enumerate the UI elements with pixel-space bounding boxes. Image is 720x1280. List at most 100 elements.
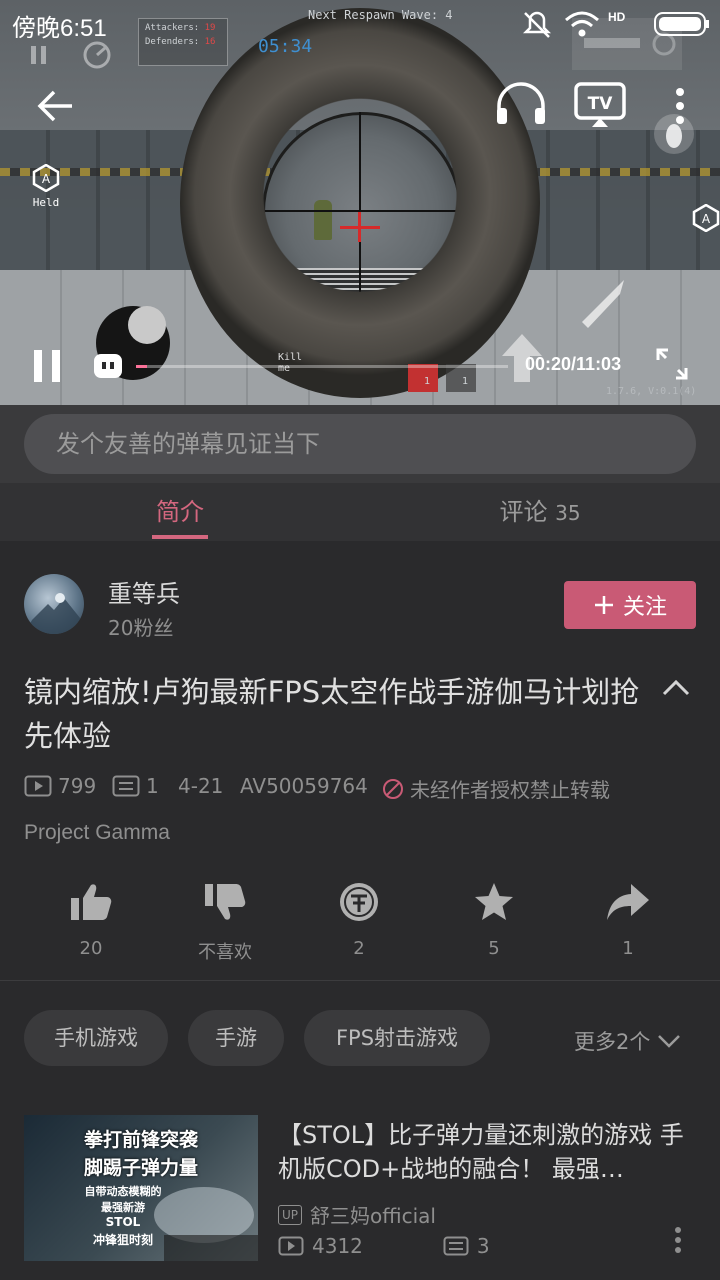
recommended-views: 4312	[312, 1234, 363, 1258]
status-time: 傍晚6:51	[12, 15, 107, 42]
game-pause-icon	[28, 44, 50, 70]
svg-text:A: A	[702, 212, 711, 226]
upload-date-text: 4-21	[178, 774, 224, 798]
thumb-text-6: 冲锋狙时刻	[92, 1233, 153, 1247]
dislike-label: 不喜欢	[198, 942, 252, 963]
thumbs-up-icon	[71, 884, 112, 920]
av-id-text: AV50059764	[240, 774, 368, 798]
like-button[interactable]: 20	[41, 880, 141, 959]
upload-date: 4-21	[178, 774, 223, 798]
coin-button[interactable]: 2	[309, 880, 409, 959]
video-player[interactable]: Next Respawn Wave: 4 Attackers: 19 Defen…	[0, 0, 720, 405]
copyright-text: 未经作者授权禁止转载	[410, 778, 610, 802]
share-count: 1	[622, 938, 634, 959]
video-progress-fill	[136, 365, 148, 368]
back-arrow-icon[interactable]	[36, 86, 76, 130]
pause-icon[interactable]	[30, 346, 66, 390]
tag-chip[interactable]: 手游	[188, 1010, 284, 1066]
game-joystick-knob	[128, 306, 166, 344]
kill-label: Kill me	[278, 352, 303, 374]
favorite-button[interactable]: 5	[444, 880, 544, 959]
thumb-text-3: 自带动态模糊的	[84, 1185, 162, 1198]
danmaku-input[interactable]	[24, 414, 696, 474]
more-vertical-icon[interactable]	[672, 86, 688, 130]
uploader-fans: 20粉丝	[108, 616, 174, 640]
views-meta: 799	[24, 774, 96, 798]
thumb-text-5: STOL	[105, 1215, 141, 1229]
recommended-uploader-name: 舒三妈official	[310, 1204, 436, 1228]
up-badge: UP	[278, 1204, 303, 1225]
more-tags-label: 更多2个	[574, 1030, 651, 1054]
tag-chip[interactable]: FPS射击游戏	[304, 1010, 490, 1066]
video-title: 镜内缩放!卢狗最新FPS太空作战手游伽马计划抢先体验	[24, 675, 640, 753]
tv-cast-icon[interactable]: TV	[574, 82, 626, 132]
svg-text:A: A	[42, 172, 51, 186]
views-count: 799	[58, 774, 97, 798]
ammo-count-a: 1	[424, 376, 431, 387]
follow-button[interactable]: 关注	[564, 581, 696, 629]
game-speed-icon	[82, 40, 112, 74]
like-count: 20	[79, 938, 103, 959]
version-text: 1.7.6, V:0.1(4)	[606, 386, 697, 397]
battery-icon	[654, 12, 710, 40]
network-type: HD	[608, 10, 626, 24]
scope-ring	[180, 8, 540, 398]
playback-time: 00:20/11:03	[525, 354, 622, 374]
tab-intro[interactable]: 简介	[0, 483, 360, 541]
danmaku-bar	[0, 405, 720, 483]
star-icon	[475, 883, 513, 920]
ammo-count-b: 1	[462, 376, 469, 387]
recommended-thumbnail[interactable]: 拳打前锋突袭 脚踢子弹力量 自带动态模糊的 最强新游 STOL 冲锋狙时刻	[24, 1115, 258, 1261]
wifi-icon	[564, 10, 600, 42]
uploader-name[interactable]: 重等兵	[108, 574, 180, 609]
more-tags-button[interactable]: 更多2个	[574, 1026, 682, 1056]
thumbs-down-icon	[205, 884, 246, 920]
tab-intro-label: 简介	[156, 498, 204, 526]
plus-icon	[594, 596, 613, 614]
coin-count: 2	[353, 938, 365, 959]
tab-comments[interactable]: 评论 35	[360, 483, 720, 541]
thumb-text-4: 最强新游	[101, 1201, 145, 1214]
game-timer: 05:34	[258, 36, 313, 57]
held-badge: A Held	[32, 163, 60, 209]
ammo-slot-active	[408, 364, 438, 392]
danmaku-meta: 1	[112, 774, 159, 798]
danmaku-toggle-icon[interactable]	[92, 352, 124, 384]
danmaku-count-icon	[112, 775, 140, 797]
project-name: Project Gamma	[24, 821, 170, 844]
follow-label: 关注	[622, 595, 667, 620]
thumb-text-1: 拳打前锋突袭	[83, 1129, 198, 1151]
chevron-up-icon[interactable]	[660, 672, 692, 708]
tab-bar: 简介 评论 35	[0, 483, 720, 541]
play-count-icon	[24, 775, 52, 797]
share-icon	[607, 884, 649, 920]
svg-text:TV: TV	[588, 94, 614, 114]
recommended-title[interactable]: 【STOL】比子弹力量还刺激的游戏 手机版COD+战地的融合！ 最强…	[278, 1118, 698, 1186]
mute-icon	[522, 10, 552, 44]
tab-comments-count: 35	[555, 501, 581, 525]
coin-icon	[340, 883, 378, 921]
danmaku-count-icon	[443, 1236, 469, 1256]
dislike-button[interactable]: 不喜欢	[175, 880, 275, 964]
copyright-notice: 未经作者授权禁止转载	[382, 774, 610, 803]
recommended-danmaku: 3	[476, 1234, 490, 1258]
a-badge-icon: A	[692, 203, 720, 236]
more-options-icon[interactable]	[672, 1226, 684, 1258]
share-button[interactable]: 1	[578, 880, 678, 959]
divider	[0, 980, 720, 981]
video-progress-bar[interactable]	[136, 365, 508, 368]
av-id: AV50059764	[240, 774, 368, 798]
favorite-count: 5	[488, 938, 500, 959]
bullet-icon	[574, 276, 628, 334]
fullscreen-icon[interactable]	[656, 348, 688, 384]
play-count-icon	[278, 1236, 304, 1256]
attackers-label: Attackers:	[145, 23, 200, 33]
recommended-uploader: UP 舒三妈official	[278, 1200, 436, 1229]
tag-chip[interactable]: 手机游戏	[24, 1010, 168, 1066]
defenders-label: Defenders:	[145, 37, 200, 47]
headphones-icon[interactable]	[494, 82, 548, 132]
thumb-text-2: 脚踢子弹力量	[83, 1157, 198, 1179]
tab-comments-label: 评论	[499, 498, 548, 526]
chevron-down-icon	[658, 1035, 681, 1048]
avatar[interactable]	[24, 574, 84, 634]
